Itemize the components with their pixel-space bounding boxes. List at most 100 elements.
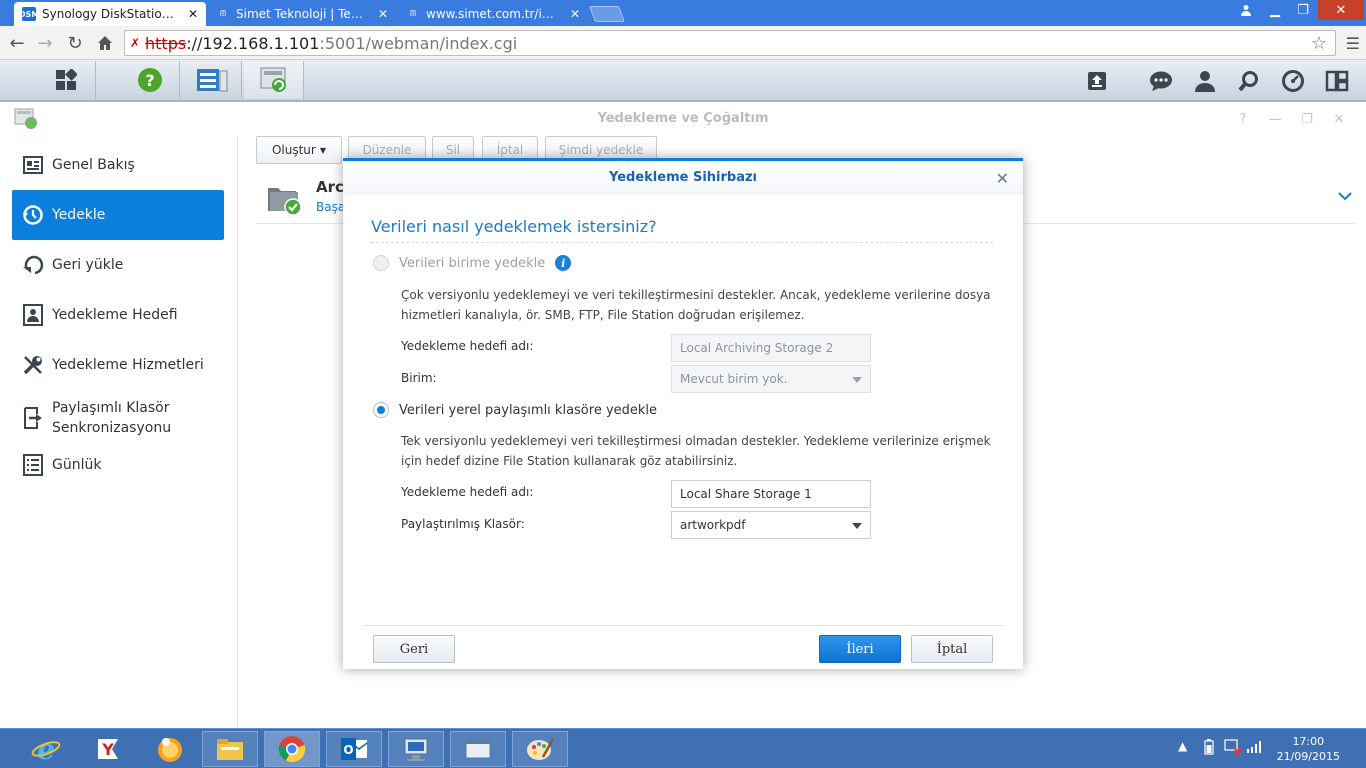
system-clock[interactable]: 17:00 21/09/2015 xyxy=(1277,734,1340,764)
svg-text:O: O xyxy=(343,743,353,757)
tab-title: Synology DiskStation - ve xyxy=(42,7,178,21)
home-icon[interactable] xyxy=(94,32,116,54)
destination-icon xyxy=(22,304,44,326)
svg-text:?: ? xyxy=(145,71,154,90)
back-arrow-icon[interactable]: ← xyxy=(6,32,28,54)
wrench-icon xyxy=(22,354,44,376)
help-app-icon[interactable]: ? xyxy=(120,61,180,99)
next-button[interactable]: İleri xyxy=(819,635,901,663)
create-dropdown-button[interactable]: Oluştur ▼ xyxy=(256,136,342,164)
close-icon[interactable]: ✕ xyxy=(1330,110,1348,128)
close-icon[interactable]: ✕ xyxy=(378,7,388,21)
dashboard-gauge-icon[interactable] xyxy=(1278,66,1308,96)
radio-backup-to-shared-folder[interactable] xyxy=(373,402,389,418)
sidebar-item-log[interactable]: Günlük xyxy=(12,440,224,490)
create-label: Oluştur xyxy=(271,143,316,157)
option-label: Verileri birime yedekle xyxy=(399,255,546,271)
option-description: Tek versiyonlu yedeklemeyi veri tekilleş… xyxy=(401,431,1001,471)
tab-title: www.simet.com.tr/index.cf xyxy=(426,7,560,21)
target-name-input-disabled: Local Archiving Storage 2 xyxy=(671,334,871,362)
minimize-icon[interactable]: — xyxy=(1266,110,1284,128)
remote-desktop-icon[interactable] xyxy=(388,731,444,767)
back-button[interactable]: Geri xyxy=(373,635,455,663)
chevron-down-icon[interactable] xyxy=(1338,186,1352,205)
option-backup-to-volume[interactable]: Verileri birime yedekle i xyxy=(373,255,572,271)
network-disconnected-icon[interactable] xyxy=(1224,739,1242,758)
volume-select: Mevcut birim yok. xyxy=(671,365,871,393)
url-path: :5001/webman/index.cgi xyxy=(319,33,518,53)
widgets-icon[interactable] xyxy=(1322,66,1352,96)
sidebar-item-backup[interactable]: Yedekle xyxy=(12,190,224,240)
close-icon[interactable]: ✕ xyxy=(570,7,580,21)
yandex-browser-icon[interactable]: Y xyxy=(80,731,136,767)
battery-icon[interactable] xyxy=(1204,739,1214,758)
sidebar-item-label: Yedekle xyxy=(52,207,106,223)
tab-title: Simet Teknoloji | Teknik D xyxy=(236,7,368,21)
sidebar-item-backup-destination[interactable]: Yedekleme Hedefi xyxy=(12,290,224,340)
option-backup-to-shared-folder[interactable]: Verileri yerel paylaşımlı klasöre yedekl… xyxy=(373,402,657,418)
messenger-app-icon[interactable] xyxy=(142,731,198,767)
dsm-favicon-icon: DSM xyxy=(19,7,39,21)
sidebar-item-backup-services[interactable]: Yedekleme Hizmetleri xyxy=(12,340,224,390)
bookmark-star-icon[interactable]: ☆ xyxy=(1311,33,1327,54)
main-menu-icon[interactable] xyxy=(36,61,96,99)
tab-simet-index[interactable]: ᗰ www.simet.com.tr/index.cf ✕ xyxy=(398,2,588,26)
backup-clock-icon xyxy=(22,204,44,226)
app-window-header[interactable]: Yedekleme ve Çoğaltım ? — ❐ ✕ xyxy=(0,102,1366,136)
url-host: ://192.168.1.101 xyxy=(186,33,320,53)
tab-synology[interactable]: DSM Synology DiskStation - ve ✕ xyxy=(14,2,206,26)
reload-icon[interactable]: ↻ xyxy=(64,32,86,54)
backup-app-icon[interactable] xyxy=(244,61,304,99)
folder-selected-value: artworkpdf xyxy=(680,518,746,532)
sidebar-item-overview[interactable]: Genel Bakış xyxy=(12,140,224,190)
tab-simet[interactable]: ᗰ Simet Teknoloji | Teknik D ✕ xyxy=(208,2,396,26)
info-icon[interactable]: i xyxy=(555,255,572,271)
forward-arrow-icon[interactable]: → xyxy=(34,32,56,54)
close-icon[interactable]: ✕ xyxy=(996,169,1009,188)
folder-success-icon xyxy=(266,180,304,220)
new-tab-button[interactable] xyxy=(589,6,625,22)
chevron-down-icon xyxy=(852,523,862,529)
sidebar-item-label: Genel Bakış xyxy=(52,157,135,173)
sidebar-item-shared-folder-sync[interactable]: Paylaşımlı Klasör Senkronizasyonu xyxy=(12,390,224,446)
footer-divider xyxy=(363,625,1003,626)
help-icon[interactable]: ? xyxy=(1234,110,1252,128)
description-line: Çok versiyonlu yedeklemeyi ve veri tekil… xyxy=(401,288,991,302)
overview-icon xyxy=(22,154,44,176)
radio-backup-to-volume[interactable] xyxy=(373,255,389,271)
maximize-icon[interactable]: ❐ xyxy=(1298,110,1316,128)
paint-icon[interactable] xyxy=(512,731,568,767)
search-icon[interactable] xyxy=(1234,66,1264,96)
chevron-down-icon: ▼ xyxy=(319,145,327,155)
resource-monitor-app-icon[interactable] xyxy=(182,61,242,99)
outlook-icon[interactable]: O xyxy=(326,731,382,767)
browser-menu-icon[interactable]: ☰ xyxy=(1346,34,1360,53)
sidebar-item-restore[interactable]: Geri yükle xyxy=(12,240,224,290)
close-window-icon[interactable]: ✕ xyxy=(1318,0,1364,20)
window-app-icon[interactable] xyxy=(450,731,506,767)
close-icon[interactable]: ✕ xyxy=(188,7,198,21)
signal-strength-icon[interactable] xyxy=(1246,739,1264,756)
file-explorer-icon[interactable] xyxy=(202,731,258,767)
dsm-taskbar: ? xyxy=(0,60,1366,102)
svg-text:Y: Y xyxy=(101,740,114,759)
user-account-icon[interactable] xyxy=(1190,66,1220,96)
address-bar[interactable]: ✗ https ://192.168.1.101 :5001/webman/in… xyxy=(124,30,1336,56)
target-name-input[interactable]: Local Share Storage 1 xyxy=(671,480,871,508)
minimize-icon[interactable]: ▁ xyxy=(1262,0,1288,20)
simet-favicon-icon: ᗰ xyxy=(220,9,226,18)
tray-expand-icon[interactable]: ▲ xyxy=(1178,739,1187,753)
upload-icon[interactable] xyxy=(1082,66,1112,96)
shared-folder-select[interactable]: artworkpdf xyxy=(671,511,871,539)
user-icon[interactable] xyxy=(1234,0,1258,20)
chat-icon[interactable] xyxy=(1146,66,1176,96)
internet-explorer-icon[interactable]: e xyxy=(18,731,74,767)
chrome-icon[interactable] xyxy=(264,731,320,767)
restore-icon[interactable]: ❐ xyxy=(1290,0,1316,20)
cancel-button[interactable]: İptal xyxy=(911,635,993,663)
browser-tab-strip: DSM Synology DiskStation - ve ✕ ᗰ Simet … xyxy=(0,0,1366,26)
sidebar-item-label: Günlük xyxy=(52,457,102,473)
field-label: Yedekleme hedefi adı: xyxy=(401,339,534,353)
field-label: Birim: xyxy=(401,371,437,385)
task-name: Arc xyxy=(316,178,344,196)
